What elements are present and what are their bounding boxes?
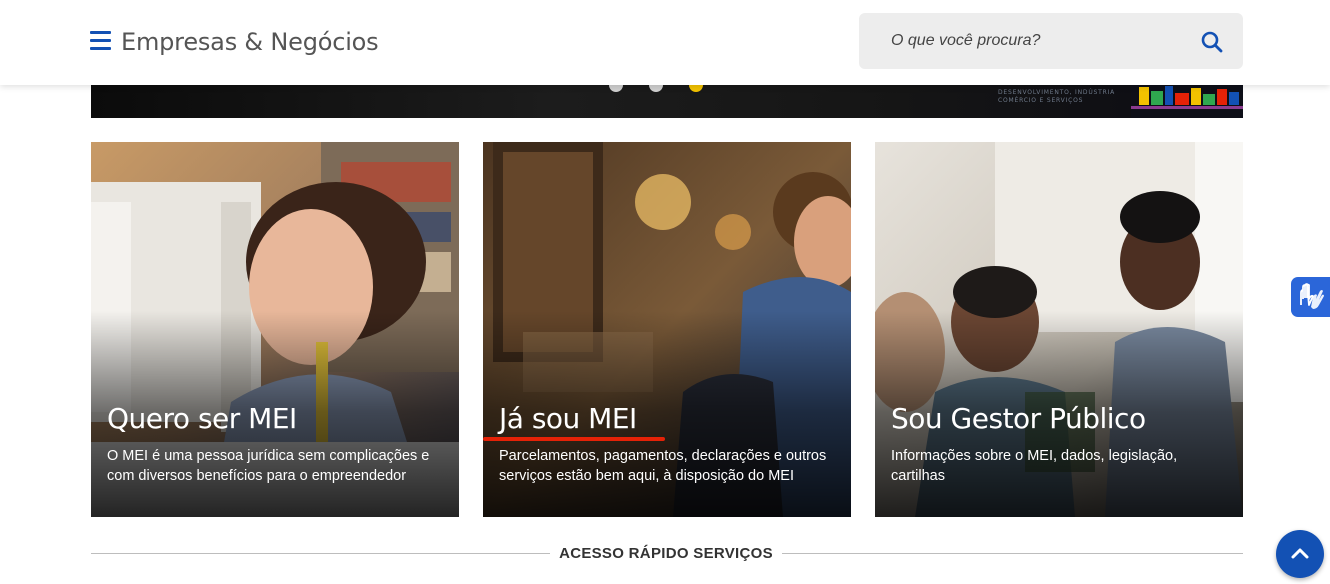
card-description: Informações sobre o MEI, dados, legislaç… — [891, 448, 1178, 484]
card-description: Parcelamentos, pagamentos, declarações e… — [499, 448, 827, 484]
hamburger-menu-icon[interactable] — [90, 31, 112, 51]
sign-language-hands-icon[interactable] — [1291, 277, 1330, 317]
hero-banner[interactable]: DESENVOLVIMENTO, INDÚSTRIA COMÉRCIO E SE… — [91, 85, 1243, 118]
card-description: O MEI é uma pessoa jurídica sem complica… — [107, 448, 430, 484]
card-quero-ser-mei[interactable]: Quero ser MEI O MEI é uma pessoa jurídic… — [91, 142, 459, 517]
banner-graphic — [1131, 85, 1243, 118]
search-input[interactable] — [877, 23, 1177, 59]
card-title: Já sou MEI — [499, 402, 637, 435]
carousel-dot-1[interactable] — [609, 85, 623, 92]
banner-tag-text: DESENVOLVIMENTO, INDÚSTRIA COMÉRCIO E SE… — [998, 89, 1116, 104]
card-title: Quero ser MEI — [107, 402, 297, 435]
divider-right — [782, 553, 1243, 554]
carousel-dot-2[interactable] — [649, 85, 663, 92]
site-header: Empresas & Negócios — [0, 0, 1330, 85]
selected-underline — [483, 437, 665, 441]
carousel-dot-3[interactable] — [689, 85, 703, 92]
back-to-top-button[interactable] — [1276, 530, 1324, 578]
search-box — [859, 13, 1243, 69]
site-title[interactable]: Empresas & Negócios — [121, 28, 379, 56]
card-title: Sou Gestor Público — [891, 402, 1146, 435]
search-icon[interactable] — [1199, 29, 1225, 55]
card-sou-gestor-publico[interactable]: Sou Gestor Público Informações sobre o M… — [875, 142, 1243, 517]
divider-left — [91, 553, 551, 554]
chevron-up-icon — [1291, 548, 1309, 559]
quick-access-heading: ACESSO RÁPIDO SERVIÇOS — [550, 545, 782, 562]
card-ja-sou-mei[interactable]: Já sou MEI Parcelamentos, pagamentos, de… — [483, 142, 851, 517]
